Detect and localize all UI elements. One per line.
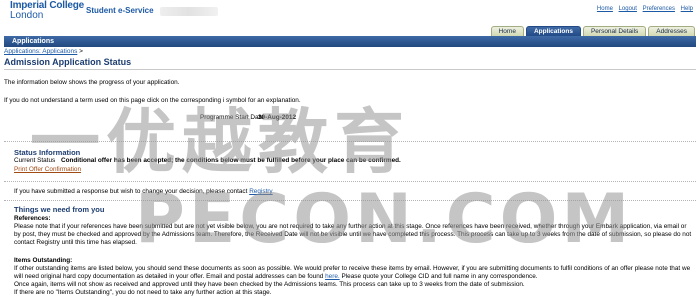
top-header: Imperial College London Student e-Servic… xyxy=(0,0,700,28)
print-offer-link[interactable]: Print Offer Confirmation xyxy=(14,166,81,173)
breadcrumb-applications-link[interactable]: Applications: Applications xyxy=(4,48,77,55)
divider xyxy=(4,200,696,201)
current-status-row: Current Status Conditional offer has bee… xyxy=(14,157,401,164)
references-heading: References: xyxy=(14,215,51,222)
response-text: If you have submitted a response but wis… xyxy=(14,188,273,195)
current-status-label: Current Status xyxy=(14,157,56,164)
service-title: Student e-Service xyxy=(86,6,154,15)
college-logo[interactable]: Imperial College London xyxy=(10,1,84,21)
redacted-user-name xyxy=(160,7,218,16)
breadcrumb: Applications: Applications > xyxy=(4,48,83,55)
home-link[interactable]: Home xyxy=(597,6,613,12)
tab-home[interactable]: Home xyxy=(490,26,524,36)
section-navbar[interactable]: Applications xyxy=(4,36,696,47)
divider xyxy=(4,141,696,142)
status-heading: Status Information xyxy=(14,148,81,157)
help-link[interactable]: Help xyxy=(681,6,693,12)
needs-heading: Things we need from you xyxy=(14,205,105,214)
intro-text: The information below shows the progress… xyxy=(4,79,180,86)
references-text: Please note that if your references have… xyxy=(14,223,692,246)
title-divider xyxy=(4,69,696,70)
outstanding-heading: Items Outstanding: xyxy=(14,257,73,264)
main-tabs: Home Applications Personal Details Addre… xyxy=(490,26,695,36)
logout-link[interactable]: Logout xyxy=(619,6,637,12)
current-status-value: Conditional offer has been accepted; the… xyxy=(60,157,401,164)
tab-addresses[interactable]: Addresses xyxy=(648,26,695,36)
tab-applications[interactable]: Applications xyxy=(525,26,581,36)
tab-personal-details[interactable]: Personal Details xyxy=(582,26,647,36)
preferences-link[interactable]: Preferences xyxy=(643,6,675,12)
breadcrumb-separator: > xyxy=(79,48,83,55)
divider xyxy=(4,181,696,182)
addresses-here-link[interactable]: here. xyxy=(325,273,340,280)
programme-start-label: Programme Start Date xyxy=(200,114,264,121)
registry-link[interactable]: Registry xyxy=(249,188,272,195)
page-title: Admission Application Status xyxy=(4,57,132,67)
top-links: Home Logout Preferences Help xyxy=(593,6,693,12)
programme-start-date: 30-Aug-2012 xyxy=(258,114,297,121)
outstanding-text: If other outstanding items are listed be… xyxy=(14,265,691,296)
help-hint-text: If you do not understand a term used on … xyxy=(4,97,301,104)
